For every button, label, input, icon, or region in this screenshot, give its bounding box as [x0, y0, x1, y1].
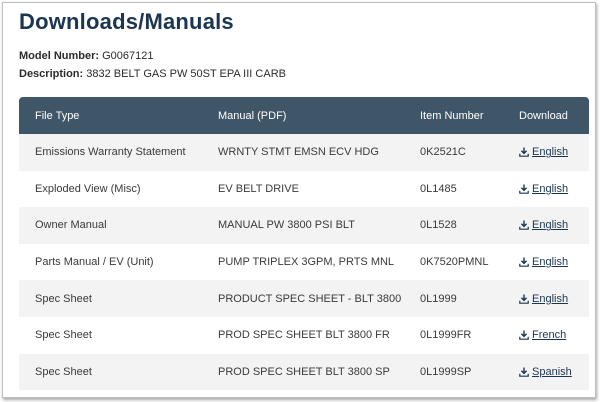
download-link[interactable]: Spanish — [519, 366, 572, 378]
table-row: Owner Manual MANUAL PW 3800 PSI BLT 0L15… — [19, 207, 589, 244]
file-type-cell: Exploded View (Misc) — [35, 182, 141, 195]
model-number-label: Model Number: — [19, 50, 100, 62]
item-number-cell: 0L1528 — [420, 219, 457, 232]
manual-cell: PRODUCT SPEC SHEET - BLT 3800 — [218, 292, 402, 305]
download-link[interactable]: English — [519, 183, 568, 195]
item-number-cell: 0K2521C — [420, 146, 466, 159]
table-row: Spec Sheet PROD SPEC SHEET BLT 3800 FR 0… — [19, 316, 589, 354]
manual-cell: WRNTY STMT EMSN ECV HDG — [218, 146, 379, 159]
table-row: Parts Manual / EV (Unit) PUMP TRIPLEX 3G… — [19, 243, 589, 281]
manual-cell: PROD SPEC SHEET BLT 3800 SP — [218, 365, 390, 378]
file-type-cell: Parts Manual / EV (Unit) — [35, 256, 154, 269]
model-number: Model Number: G0067121 — [19, 50, 154, 62]
item-number-cell: 0L1999SP — [420, 365, 472, 378]
table-row: Spec Sheet PROD SPEC SHEET BLT 3800 SP 0… — [19, 353, 589, 391]
download-icon — [519, 257, 529, 267]
header-download: Download — [519, 109, 568, 122]
file-type-cell: Spec Sheet — [35, 329, 92, 342]
download-label: English — [532, 219, 569, 232]
table-body: Emissions Warranty Statement WRNTY STMT … — [19, 134, 589, 391]
download-label: English — [532, 182, 569, 195]
download-icon — [519, 184, 529, 194]
item-number-cell: 0L1999 — [420, 292, 457, 305]
description-value: 3832 BELT GAS PW 50ST EPA III CARB — [86, 68, 286, 80]
download-icon — [519, 147, 529, 158]
download-link[interactable]: English — [519, 256, 568, 268]
download-icon — [519, 294, 529, 304]
table-row: Exploded View (Misc) EV BELT DRIVE 0L148… — [19, 170, 589, 208]
download-link[interactable]: English — [519, 293, 568, 305]
file-type-cell: Spec Sheet — [35, 292, 92, 305]
page-title: Downloads/Manuals — [19, 9, 234, 34]
manual-cell: EV BELT DRIVE — [218, 182, 299, 195]
download-icon — [519, 367, 529, 377]
manual-cell: PUMP TRIPLEX 3GPM, PRTS MNL — [218, 256, 395, 269]
description-label: Description: — [19, 68, 84, 80]
table-row: Spec Sheet PRODUCT SPEC SHEET - BLT 3800… — [19, 280, 589, 317]
manual-cell: MANUAL PW 3800 PSI BLT — [218, 219, 355, 232]
header-item-number: Item Number — [420, 109, 484, 122]
download-label: Spanish — [532, 365, 572, 378]
download-link[interactable]: English — [519, 146, 568, 158]
download-label: English — [532, 146, 569, 159]
download-icon — [519, 220, 529, 231]
header-manual: Manual (PDF) — [218, 109, 287, 122]
download-icon — [519, 330, 529, 341]
download-link[interactable]: French — [519, 329, 566, 341]
downloads-panel: Downloads/Manuals Model Number: G0067121… — [2, 2, 596, 398]
manual-cell: PROD SPEC SHEET BLT 3800 FR — [218, 329, 390, 342]
download-label: French — [532, 329, 567, 342]
table-header: File Type Manual (PDF) Item Number Downl… — [19, 97, 589, 134]
download-label: English — [532, 292, 569, 305]
item-number-cell: 0L1485 — [420, 182, 457, 195]
model-number-value: G0067121 — [102, 50, 154, 62]
download-link[interactable]: English — [519, 219, 568, 231]
manuals-table: File Type Manual (PDF) Item Number Downl… — [19, 97, 589, 391]
download-label: English — [532, 256, 569, 269]
table-row: Emissions Warranty Statement WRNTY STMT … — [19, 134, 589, 171]
header-file-type: File Type — [35, 109, 80, 122]
description: Description: 3832 BELT GAS PW 50ST EPA I… — [19, 68, 286, 80]
item-number-cell: 0L1999FR — [420, 329, 472, 342]
file-type-cell: Owner Manual — [35, 219, 107, 232]
item-number-cell: 0K7520PMNL — [420, 256, 489, 269]
file-type-cell: Spec Sheet — [35, 365, 92, 378]
file-type-cell: Emissions Warranty Statement — [35, 146, 186, 159]
